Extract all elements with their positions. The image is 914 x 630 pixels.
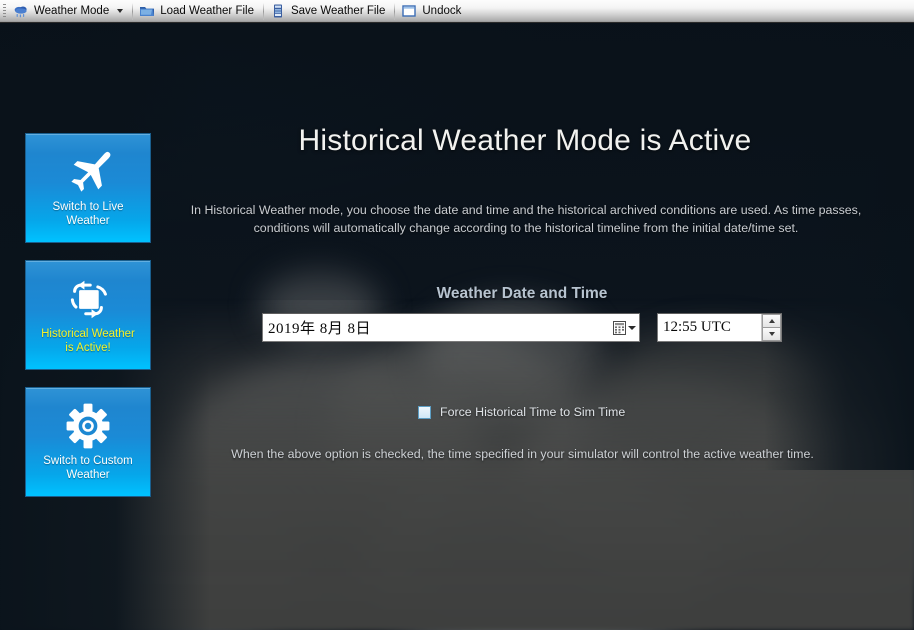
page-title: Historical Weather Mode is Active [298, 124, 752, 157]
sidebar-button-label: Switch to Custom Weather [37, 454, 138, 482]
time-spinner-down-button[interactable] [762, 327, 781, 341]
sidebar-button-label-line1: Switch to Custom [43, 455, 133, 467]
triangle-up-icon [768, 319, 775, 323]
toolbar-item-label: Undock [422, 5, 462, 17]
toolbar-item-save-weather-file[interactable]: Save Weather File [266, 1, 392, 22]
sidebar-button-label: Switch to Live Weather [47, 200, 130, 228]
toolbar-separator [262, 2, 264, 20]
sidebar-button-historical-weather[interactable]: Historical Weather is Active! [25, 260, 151, 370]
window-icon [402, 5, 417, 17]
weather-date-input[interactable]: 2019年 8月 8日 [262, 313, 640, 342]
weather-mode-panel: Weather Mode Load Weather File Save Weat… [0, 0, 914, 630]
toolbar-item-load-weather-file[interactable]: Load Weather File [135, 1, 261, 22]
toolbar: Weather Mode Load Weather File Save Weat… [0, 0, 914, 23]
toolbar-item-label: Weather Mode [34, 5, 110, 17]
time-spinner [761, 314, 781, 341]
gear-icon [57, 400, 119, 452]
sidebar-button-label-line2: Weather [66, 469, 110, 481]
sidebar-button-label-line2: Weather [66, 215, 110, 227]
toolbar-separator [132, 2, 134, 20]
rain-cloud-icon [14, 6, 27, 18]
airplane-icon [57, 146, 119, 198]
toolbar-item-label: Load Weather File [160, 5, 254, 17]
force-historical-time-label: Force Historical Time to Sim Time [440, 405, 626, 419]
force-historical-time-checkbox-row[interactable]: Force Historical Time to Sim Time [418, 405, 625, 419]
floppy-disk-icon [273, 4, 282, 18]
time-spinner-up-button[interactable] [762, 314, 781, 327]
toolbar-separator [394, 2, 396, 20]
sidebar-button-label-line2: is Active! [65, 342, 111, 354]
chevron-down-icon [627, 325, 636, 330]
force-historical-time-checkbox[interactable] [418, 405, 431, 419]
sidebar-button-switch-to-live-weather[interactable]: Switch to Live Weather [25, 133, 151, 243]
chevron-down-icon [117, 9, 124, 13]
toolbar-item-weather-mode[interactable]: Weather Mode [9, 1, 130, 22]
triangle-down-icon [768, 332, 775, 336]
toolbar-item-label: Save Weather File [290, 5, 386, 17]
sidebar-button-label: Historical Weather is Active! [35, 327, 141, 355]
sidebar-button-switch-to-custom-weather[interactable]: Switch to Custom Weather [25, 387, 151, 497]
calendar-icon [612, 320, 626, 335]
toolbar-grip[interactable] [0, 0, 9, 23]
sidebar-button-label-line1: Switch to Live [52, 201, 124, 213]
section-heading-weather-date-time: Weather Date and Time [436, 285, 608, 302]
weather-time-input[interactable]: 12:55 UTC [657, 313, 782, 342]
checkbox-footnote: When the above option is checked, the ti… [231, 447, 814, 461]
sidebar-button-label-line1: Historical Weather [41, 328, 135, 340]
weather-time-value: 12:55 UTC [663, 319, 731, 335]
date-picker-dropdown-button[interactable] [609, 314, 639, 341]
open-folder-icon [140, 7, 155, 16]
weather-date-value: 2019年 8月 8日 [268, 321, 372, 337]
mode-description: In Historical Weather mode, you choose t… [190, 203, 862, 235]
toolbar-item-undock[interactable]: Undock [397, 1, 468, 22]
history-rotate-icon [57, 273, 119, 325]
